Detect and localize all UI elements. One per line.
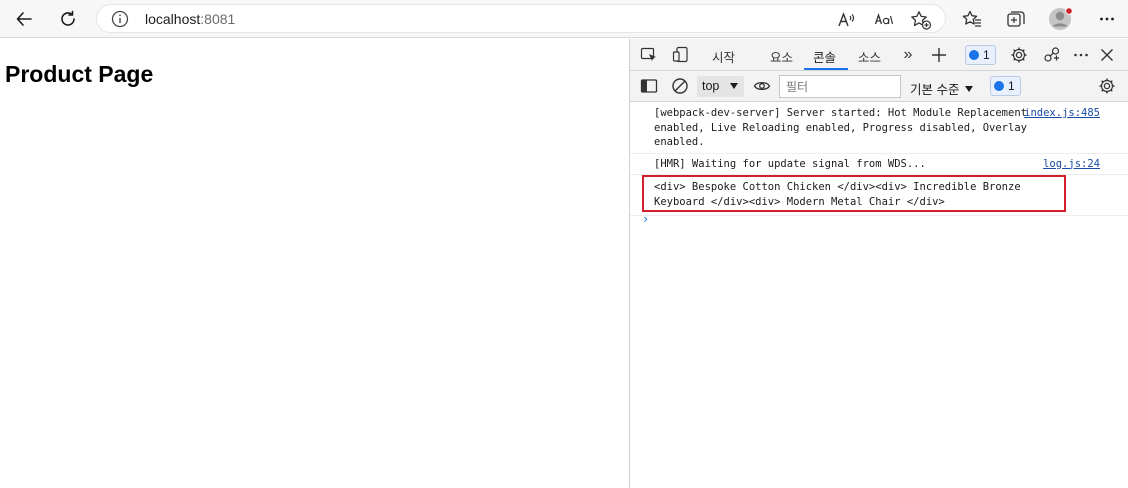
read-aloud-icon[interactable]: [836, 9, 858, 31]
issues-count: 1: [983, 48, 990, 62]
console-message: [webpack-dev-server] Server started: Hot…: [630, 103, 1128, 154]
url-host: localhost: [145, 11, 201, 27]
close-devtools-icon[interactable]: [1096, 44, 1118, 66]
more-tabs-chevron-icon[interactable]: »: [897, 44, 919, 66]
add-favorite-icon[interactable]: [910, 9, 932, 31]
url-text: localhost:8081: [145, 11, 235, 27]
log-levels-label: 기본 수준: [910, 83, 960, 97]
active-tab-indicator: [804, 68, 848, 70]
clear-console-icon[interactable]: [669, 75, 691, 97]
caret-down-icon: [965, 86, 974, 92]
inspect-element-icon[interactable]: [638, 44, 660, 66]
collections-icon: [1007, 11, 1025, 27]
console-message: [HMR] Waiting for update signal from WDS…: [630, 154, 1128, 175]
collections-button[interactable]: [1001, 4, 1031, 34]
more-horizontal-icon: [1100, 17, 1114, 21]
console-issues-count: 1: [1008, 79, 1015, 93]
page-viewport: Product Page: [0, 39, 629, 488]
console-filter-input[interactable]: [779, 75, 901, 98]
live-expression-eye-icon[interactable]: [751, 75, 773, 97]
device-emulation-icon[interactable]: [670, 44, 692, 66]
console-prompt-chevron-icon[interactable]: ›: [642, 212, 649, 226]
console-issues-badge[interactable]: 1: [990, 76, 1021, 96]
favorites-star-icon: [962, 10, 981, 27]
tab-console[interactable]: 콘솔: [813, 47, 836, 66]
console-message: <div> Bespoke Cotton Chicken </div><div>…: [630, 175, 1128, 216]
connected-devices-icon[interactable]: [1041, 44, 1063, 66]
page-heading: Product Page: [5, 61, 154, 87]
more-menu-button[interactable]: [1092, 4, 1122, 34]
sidebar-toggle-icon[interactable]: [638, 75, 660, 97]
address-bar[interactable]: localhost:8081: [96, 4, 946, 33]
back-button[interactable]: [9, 4, 39, 34]
devtools-panel: 시작 요소 콘솔 소스 » 1 top 필터 기본 수준 1 [webpack-…: [629, 39, 1128, 488]
issue-bubble-icon: [994, 81, 1004, 91]
profile-button[interactable]: [1046, 4, 1076, 34]
avatar-icon: [1049, 7, 1073, 30]
add-tab-icon[interactable]: [928, 44, 950, 66]
url-port: :8081: [200, 11, 236, 27]
tab-elements[interactable]: 요소: [770, 47, 793, 66]
console-message-text: [HMR] Waiting for update signal from WDS…: [654, 157, 926, 170]
tab-welcome[interactable]: 시작: [712, 47, 735, 66]
arrow-left-icon: [16, 12, 32, 26]
console-source-link[interactable]: index.js:485: [1024, 106, 1100, 121]
devtools-more-icon[interactable]: [1070, 44, 1092, 66]
console-message-text: [webpack-dev-server] Server started: Hot…: [654, 107, 1034, 148]
info-icon[interactable]: [111, 10, 129, 28]
refresh-icon: [61, 10, 75, 26]
console-message-text: <div> Bespoke Cotton Chicken </div><div>…: [654, 181, 1027, 208]
console-filter-bar: top 기본 수준 1: [630, 71, 1128, 102]
issues-badge[interactable]: 1: [965, 45, 996, 65]
tab-sources[interactable]: 소스: [858, 47, 881, 66]
console-source-link[interactable]: log.js:24: [1043, 157, 1100, 172]
reload-button[interactable]: [53, 4, 83, 34]
devtools-tab-bar: 시작 요소 콘솔 소스 » 1: [630, 39, 1128, 71]
translate-icon[interactable]: [873, 9, 895, 31]
context-selector[interactable]: top: [697, 76, 744, 97]
settings-gear-icon[interactable]: [1008, 44, 1030, 66]
favorites-button[interactable]: [957, 4, 987, 34]
issue-bubble-icon: [969, 50, 979, 60]
browser-toolbar: localhost:8081: [0, 0, 1128, 38]
console-settings-gear-icon[interactable]: [1096, 75, 1118, 97]
caret-down-icon: [730, 83, 738, 89]
context-value: top: [702, 79, 720, 93]
console-output: [webpack-dev-server] Server started: Hot…: [630, 103, 1128, 488]
log-levels-dropdown[interactable]: 기본 수준: [910, 79, 974, 98]
